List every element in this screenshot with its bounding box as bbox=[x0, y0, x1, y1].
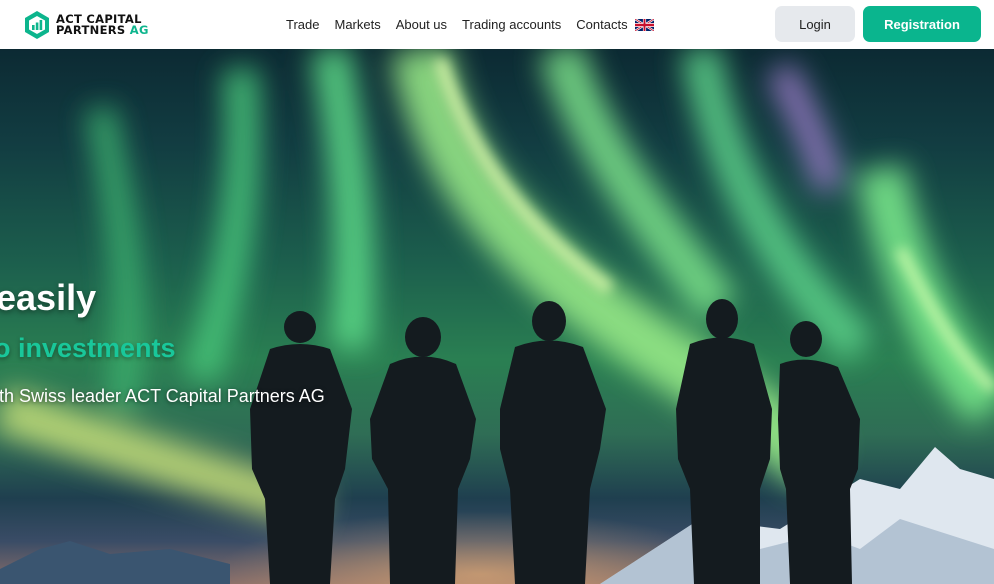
nav-item-contacts[interactable]: Contacts bbox=[576, 17, 627, 32]
site-logo[interactable]: ACT CAPITAL PARTNERS AG bbox=[24, 9, 149, 40]
nav-item-markets[interactable]: Markets bbox=[334, 17, 380, 32]
logo-line-2-accent: AG bbox=[129, 22, 149, 37]
site-header: ACT CAPITAL PARTNERS AG Trade Markets Ab… bbox=[0, 0, 994, 49]
hero-description: ith Swiss leader ACT Capital Partners AG bbox=[0, 386, 325, 406]
nav-item-about-us[interactable]: About us bbox=[396, 17, 447, 32]
main-nav: Trade Markets About us Trading accounts … bbox=[286, 0, 654, 49]
logo-icon bbox=[25, 10, 49, 39]
login-button[interactable]: Login bbox=[775, 6, 855, 42]
logo-text: ACT CAPITAL PARTNERS AG bbox=[56, 13, 149, 37]
hero-subtitle: o investments bbox=[0, 333, 176, 363]
uk-flag-icon[interactable] bbox=[634, 18, 654, 31]
hero-title: easily bbox=[0, 277, 97, 318]
aurora-background-image bbox=[0, 49, 994, 584]
nav-item-trading-accounts[interactable]: Trading accounts bbox=[462, 17, 561, 32]
hero-section: easily o investments ith Swiss leader AC… bbox=[0, 49, 994, 584]
logo-line-2-main: PARTNERS bbox=[56, 22, 126, 37]
registration-button[interactable]: Registration bbox=[863, 6, 981, 42]
logo-line-2: PARTNERS AG bbox=[56, 22, 149, 37]
nav-item-trade[interactable]: Trade bbox=[286, 17, 319, 32]
